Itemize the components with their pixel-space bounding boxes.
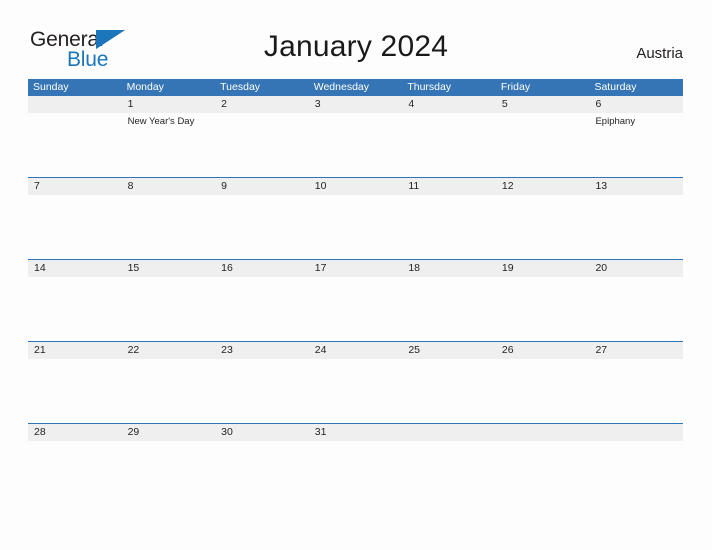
day-cell[interactable] [28,195,122,259]
calendar-week-row: 21 22 23 24 25 26 27 [28,341,683,423]
calendar-week-row: 28 29 30 31 [28,423,683,505]
day-number[interactable]: 15 [122,260,216,277]
day-cell[interactable] [589,277,683,341]
day-number[interactable]: 4 [402,96,496,113]
calendar-week-row: 14 15 16 17 18 19 20 [28,259,683,341]
day-number[interactable] [589,424,683,441]
page-title: January 2024 [263,30,449,63]
day-number[interactable]: 19 [496,260,590,277]
day-number[interactable]: 11 [402,178,496,195]
day-cell[interactable] [215,113,309,177]
day-cell[interactable] [309,113,403,177]
page-header: General Blue January 2024 Austria [0,0,712,78]
day-event-band [28,195,683,259]
day-cell[interactable] [309,359,403,423]
day-number-band: 14 15 16 17 18 19 20 [28,260,683,277]
day-event-band [28,277,683,341]
day-cell[interactable] [122,441,216,505]
day-event-band: New Year's Day Epiphany [28,113,683,177]
day-cell[interactable] [402,113,496,177]
day-number[interactable]: 9 [215,178,309,195]
day-cell[interactable] [496,277,590,341]
day-event-band [28,441,683,505]
day-cell[interactable] [496,441,590,505]
day-number[interactable]: 17 [309,260,403,277]
day-cell[interactable] [589,441,683,505]
day-number[interactable]: 1 [122,96,216,113]
day-cell[interactable] [28,441,122,505]
day-number[interactable]: 18 [402,260,496,277]
day-number[interactable]: 31 [309,424,403,441]
weekday-header-friday: Friday [500,81,531,93]
day-number[interactable]: 10 [309,178,403,195]
day-number[interactable]: 7 [28,178,122,195]
calendar-table: Sunday Monday Tuesday Wednesday Thursday… [28,79,683,505]
day-number[interactable]: 8 [122,178,216,195]
day-cell[interactable] [309,277,403,341]
day-cell[interactable] [122,195,216,259]
weekday-header-monday: Monday [126,81,164,93]
day-cell[interactable] [28,113,122,177]
day-cell[interactable] [309,195,403,259]
calendar-week-row: 7 8 9 10 11 12 13 [28,177,683,259]
day-number[interactable]: 5 [496,96,590,113]
day-cell[interactable] [402,195,496,259]
day-cell[interactable] [496,113,590,177]
day-number[interactable]: 27 [589,342,683,359]
day-number[interactable]: 28 [28,424,122,441]
day-number[interactable]: 29 [122,424,216,441]
weekday-header-sunday: Sunday [33,81,69,93]
day-number[interactable]: 12 [496,178,590,195]
day-number[interactable] [402,424,496,441]
day-number[interactable]: 25 [402,342,496,359]
day-number[interactable]: 23 [215,342,309,359]
day-number[interactable]: 20 [589,260,683,277]
day-number[interactable]: 2 [215,96,309,113]
calendar-week-row: 1 2 3 4 5 6 New Year's Day Epiphany [28,96,683,177]
day-number-band: 21 22 23 24 25 26 27 [28,342,683,359]
day-number-band: 28 29 30 31 [28,424,683,441]
day-cell[interactable] [402,441,496,505]
day-cell[interactable] [589,359,683,423]
day-number[interactable]: 6 [589,96,683,113]
day-cell[interactable] [28,359,122,423]
day-number[interactable] [496,424,590,441]
weekday-header-tuesday: Tuesday [220,81,261,93]
day-number[interactable]: 14 [28,260,122,277]
day-cell[interactable] [28,277,122,341]
day-number[interactable] [28,96,122,113]
day-number[interactable]: 13 [589,178,683,195]
day-number[interactable]: 30 [215,424,309,441]
day-cell[interactable]: New Year's Day [122,113,216,177]
day-cell[interactable] [402,359,496,423]
day-cell[interactable] [589,195,683,259]
day-cell[interactable] [122,277,216,341]
day-cell[interactable] [402,277,496,341]
weekday-header-row: Sunday Monday Tuesday Wednesday Thursday… [28,79,683,96]
weekday-header-thursday: Thursday [407,81,452,93]
day-cell[interactable]: Epiphany [589,113,683,177]
day-event-band [28,359,683,423]
day-cell[interactable] [122,359,216,423]
day-number-band: 1 2 3 4 5 6 [28,96,683,113]
day-cell[interactable] [215,441,309,505]
day-number[interactable]: 16 [215,260,309,277]
weekday-header-saturday: Saturday [594,81,637,93]
day-number-band: 7 8 9 10 11 12 13 [28,178,683,195]
day-number[interactable]: 21 [28,342,122,359]
day-cell[interactable] [215,359,309,423]
day-cell[interactable] [496,359,590,423]
day-cell[interactable] [215,195,309,259]
day-number[interactable]: 24 [309,342,403,359]
day-cell[interactable] [309,441,403,505]
day-cell[interactable] [496,195,590,259]
day-number[interactable]: 3 [309,96,403,113]
country-label: Austria [636,45,683,62]
day-event-label: Epiphany [595,116,636,127]
weekday-header-wednesday: Wednesday [313,81,369,93]
day-number[interactable]: 22 [122,342,216,359]
day-event-label: New Year's Day [127,116,195,127]
day-cell[interactable] [215,277,309,341]
day-number[interactable]: 26 [496,342,590,359]
